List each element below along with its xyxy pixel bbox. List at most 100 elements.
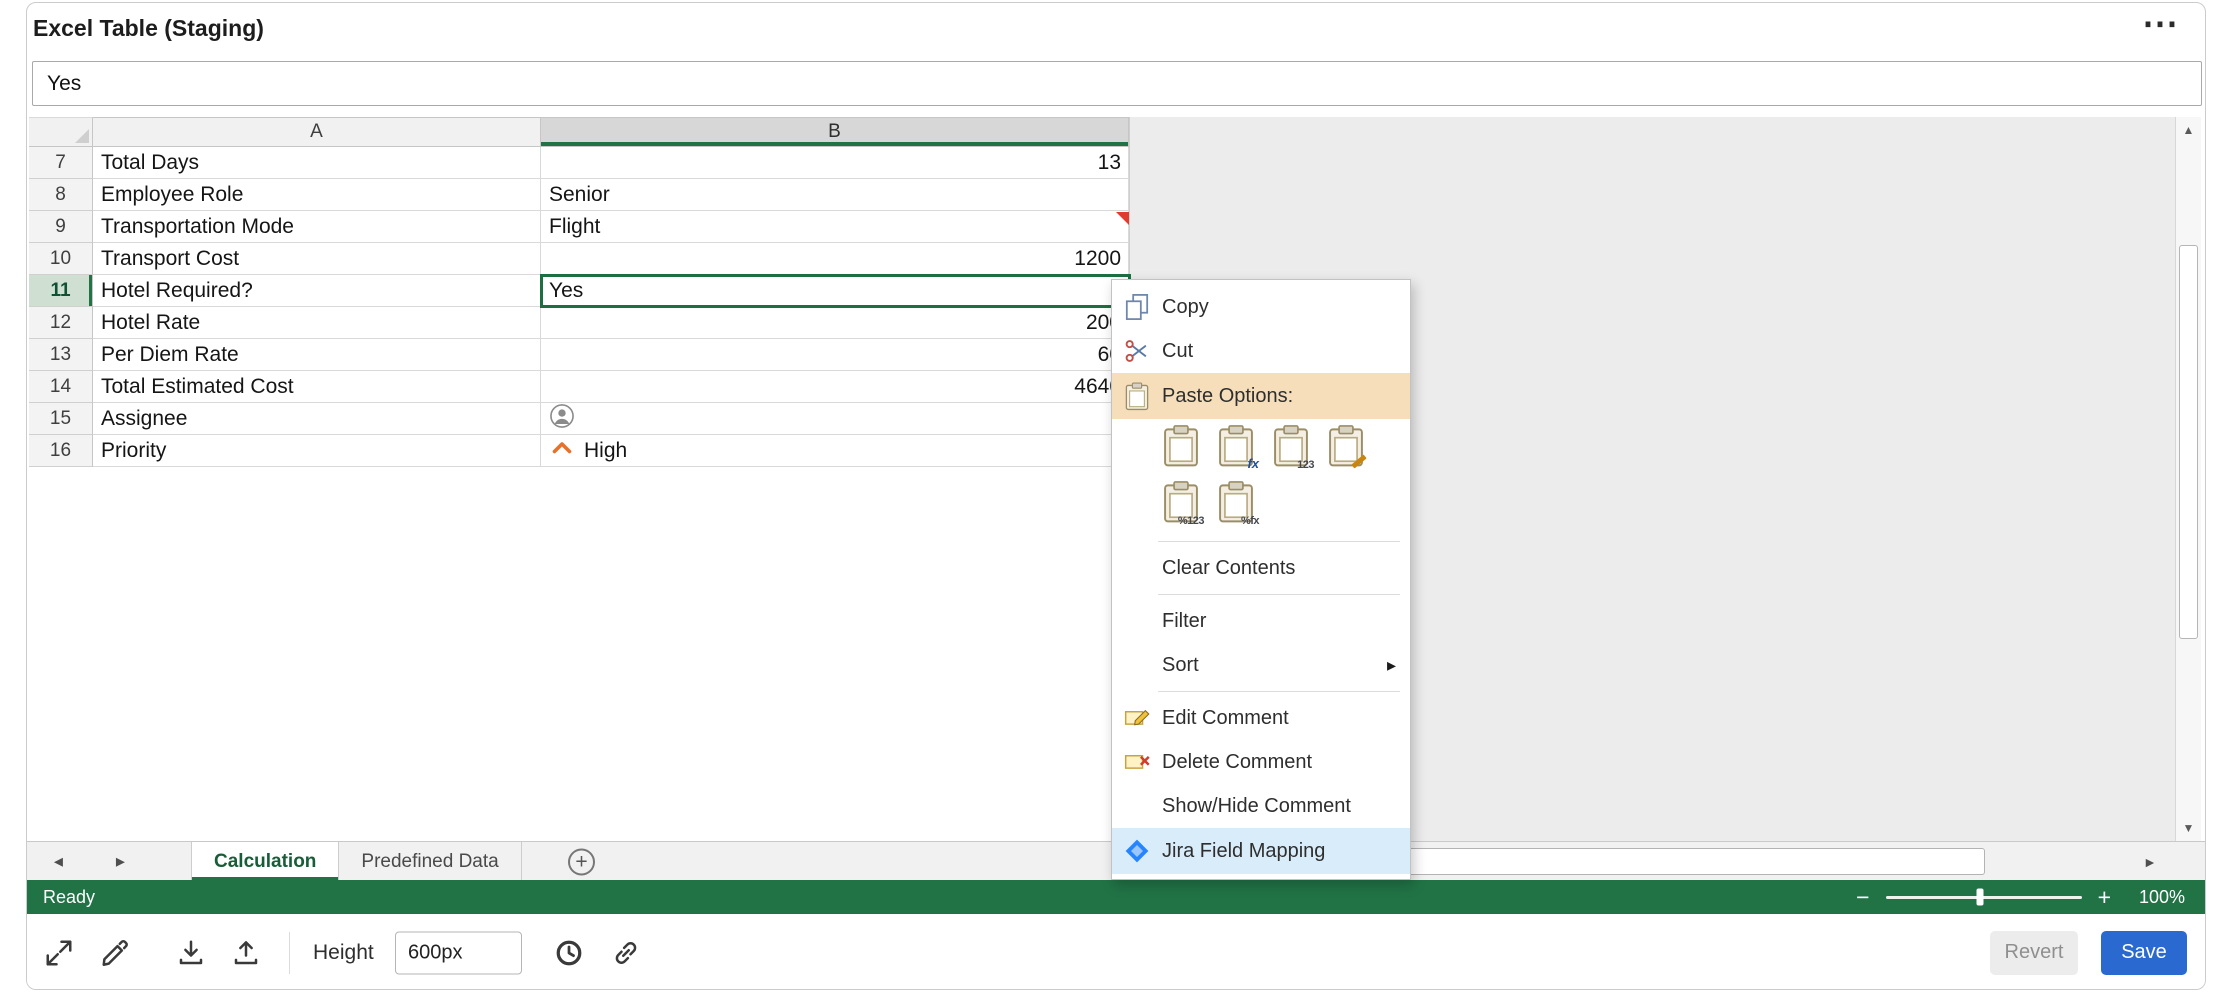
zoom-slider-thumb[interactable]	[1976, 889, 1983, 906]
edit-icon[interactable]	[97, 935, 133, 971]
cell-a14[interactable]: Total Estimated Cost	[93, 371, 541, 403]
menu-item-paste-options[interactable]: Paste Options:	[1112, 373, 1410, 419]
row-header-7[interactable]: 7	[29, 147, 93, 179]
context-menu: Copy Cut Paste Options:	[1111, 279, 1411, 880]
menu-item-copy[interactable]: Copy	[1112, 285, 1410, 329]
cell-b9[interactable]: Flight	[541, 211, 1129, 243]
menu-item-delete-comment[interactable]: Delete Comment	[1112, 740, 1410, 784]
link-icon[interactable]	[608, 935, 644, 971]
column-header-a[interactable]: A	[93, 117, 541, 147]
cell-a12[interactable]: Hotel Rate	[93, 307, 541, 339]
cell-b16[interactable]: High	[541, 435, 1129, 467]
column-header-b[interactable]: B	[541, 117, 1129, 147]
height-input[interactable]	[395, 931, 522, 974]
row-header-12[interactable]: 12	[29, 307, 93, 339]
history-clock-icon[interactable]	[551, 935, 587, 971]
cell-b13[interactable]: 60	[541, 339, 1129, 371]
revert-button[interactable]: Revert	[1990, 931, 2078, 975]
cell-b8[interactable]: Senior	[541, 179, 1129, 211]
zoom-controls: − + 100%	[1856, 886, 2185, 909]
vertical-scrollbar-thumb[interactable]	[2179, 245, 2198, 639]
table-row: 9 Transportation Mode Flight	[29, 211, 1129, 243]
tab-scroll-left-icon[interactable]: ◄	[51, 853, 66, 870]
row-header-14[interactable]: 14	[29, 371, 93, 403]
row-header-8[interactable]: 8	[29, 179, 93, 211]
menu-item-sort[interactable]: Sort ▸	[1112, 643, 1410, 687]
comment-indicator	[1116, 212, 1129, 225]
table-row: 16 Priority High	[29, 435, 1129, 467]
widget-title: Excel Table (Staging)	[33, 15, 264, 42]
paste-formatting-icon[interactable]	[1323, 421, 1369, 471]
cell-b12[interactable]: 200	[541, 307, 1129, 339]
cell-a15[interactable]: Assignee	[93, 403, 541, 435]
tab-scroll-right-icon[interactable]: ►	[113, 853, 128, 870]
menu-label: Clear Contents	[1162, 557, 1410, 580]
menu-label: Copy	[1162, 296, 1410, 319]
cell-a7[interactable]: Total Days	[93, 147, 541, 179]
menu-item-clear-contents[interactable]: Clear Contents	[1112, 546, 1410, 590]
row-header-9[interactable]: 9	[29, 211, 93, 243]
tab-calculation[interactable]: Calculation	[191, 842, 339, 881]
cell-a8[interactable]: Employee Role	[93, 179, 541, 211]
vertical-scrollbar[interactable]: ▲ ▼	[2175, 117, 2201, 841]
formula-bar-input[interactable]	[32, 61, 2202, 106]
horizontal-scrollbar-thumb[interactable]	[1339, 848, 1985, 875]
expand-icon[interactable]	[41, 935, 77, 971]
menu-item-filter[interactable]: Filter	[1112, 599, 1410, 643]
cell-b10[interactable]: 1200	[541, 243, 1129, 275]
paste-icon[interactable]	[1158, 421, 1204, 471]
table-row: 15 Assignee	[29, 403, 1129, 435]
cell-a11[interactable]: Hotel Required?	[93, 275, 541, 307]
cell-a16[interactable]: Priority	[93, 435, 541, 467]
scroll-up-icon[interactable]: ▲	[2176, 117, 2201, 143]
clipboard-icon	[1112, 382, 1162, 411]
cell-a10[interactable]: Transport Cost	[93, 243, 541, 275]
zoom-slider[interactable]	[1886, 896, 2082, 899]
tab-predefined-data[interactable]: Predefined Data	[339, 842, 521, 881]
paste-values-number-formatting-icon[interactable]: %123	[1158, 477, 1204, 527]
sheet-tabs: Calculation Predefined Data	[191, 842, 522, 881]
menu-item-cut[interactable]: Cut	[1112, 329, 1410, 373]
copy-icon	[1112, 293, 1162, 321]
menu-divider	[1158, 691, 1400, 692]
cell-a13[interactable]: Per Diem Rate	[93, 339, 541, 371]
zoom-out-icon[interactable]: −	[1856, 886, 1869, 909]
row-header-15[interactable]: 15	[29, 403, 93, 435]
zoom-level: 100%	[2127, 887, 2185, 908]
menu-label: Delete Comment	[1162, 751, 1410, 774]
menu-label: Filter	[1162, 610, 1410, 633]
scroll-down-icon[interactable]: ▼	[2176, 815, 2201, 841]
select-all-corner[interactable]	[29, 117, 93, 147]
menu-label: Cut	[1162, 340, 1410, 363]
table-row: 13 Per Diem Rate 60	[29, 339, 1129, 371]
menu-divider	[1158, 594, 1400, 595]
row-header-13[interactable]: 13	[29, 339, 93, 371]
hscroll-right-icon[interactable]: ►	[2143, 854, 2157, 870]
menu-item-show-hide-comment[interactable]: Show/Hide Comment	[1112, 784, 1410, 828]
download-icon[interactable]	[173, 935, 209, 971]
row-header-16[interactable]: 16	[29, 435, 93, 467]
cell-b14[interactable]: 4640	[541, 371, 1129, 403]
zoom-in-icon[interactable]: +	[2098, 886, 2111, 909]
menu-item-edit-comment[interactable]: Edit Comment	[1112, 696, 1410, 740]
menu-label: Jira Field Mapping	[1162, 840, 1410, 863]
more-menu-icon[interactable]: ⋯	[2142, 5, 2181, 41]
cell-b15[interactable]	[541, 403, 1129, 435]
cell-b16-value: High	[584, 439, 627, 463]
table-row: 8 Employee Role Senior	[29, 179, 1129, 211]
add-sheet-icon[interactable]: +	[568, 848, 595, 875]
menu-item-jira-field-mapping[interactable]: Jira Field Mapping	[1112, 828, 1410, 874]
row-header-10[interactable]: 10	[29, 243, 93, 275]
fx-glyph: fx	[1247, 456, 1259, 471]
cell-a9[interactable]: Transportation Mode	[93, 211, 541, 243]
save-button[interactable]: Save	[2101, 931, 2187, 975]
paste-formulas-icon[interactable]: fx	[1213, 421, 1259, 471]
123-glyph: 123	[1297, 459, 1314, 471]
upload-icon[interactable]	[228, 935, 264, 971]
row-header-11[interactable]: 11	[29, 275, 93, 307]
paste-formulas-number-formatting-icon[interactable]: %fx	[1213, 477, 1259, 527]
menu-label: Edit Comment	[1162, 707, 1410, 730]
paste-values-icon[interactable]: 123	[1268, 421, 1314, 471]
footer-toolbar: Height Revert Save	[27, 914, 2205, 990]
cell-b7[interactable]: 13	[541, 147, 1129, 179]
